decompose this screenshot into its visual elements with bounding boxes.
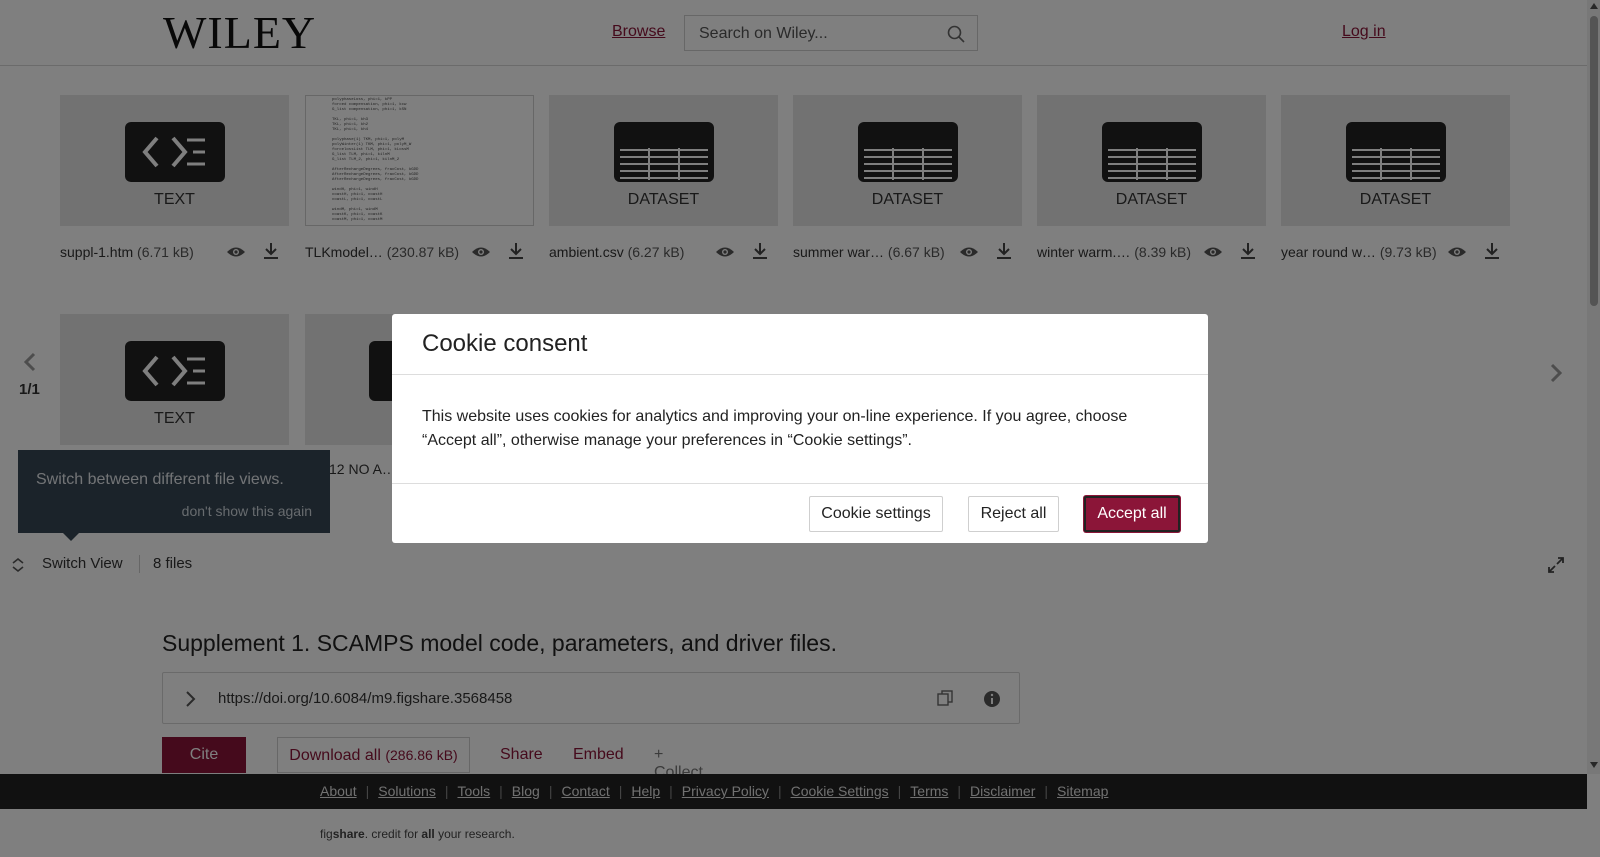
accept-all-button[interactable]: Accept all [1084,496,1180,532]
dialog-footer: Cookie settings Reject all Accept all [392,483,1208,543]
dialog-title: Cookie consent [422,330,588,357]
dialog-body: This website uses cookies for analytics … [422,408,1128,449]
page: WILEY Browse Search on Wiley... Log in T… [0,0,1600,857]
cookie-consent-dialog: Cookie consent This website uses cookies… [392,314,1208,543]
cookie-settings-button[interactable]: Cookie settings [809,496,943,532]
reject-all-button[interactable]: Reject all [968,496,1059,532]
